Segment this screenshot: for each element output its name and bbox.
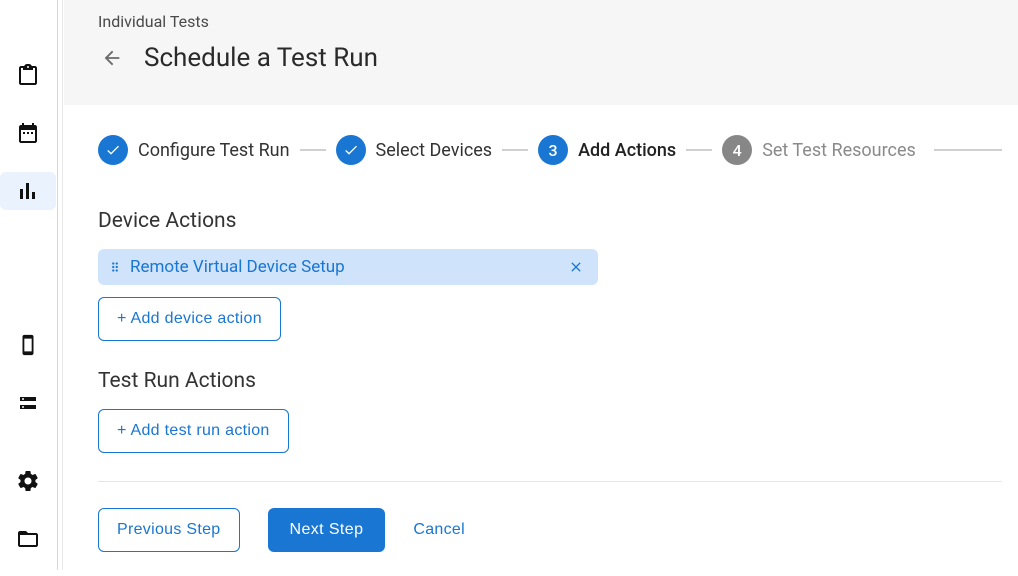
test-run-actions-section: Test Run Actions + Add test run action: [98, 369, 1002, 453]
nav-calendar[interactable]: [0, 114, 56, 152]
device-actions-section: Device Actions Remote Virtual Device Set…: [98, 209, 1002, 341]
arrow-left-icon: [101, 47, 123, 69]
step-label: Select Devices: [376, 140, 493, 161]
back-button[interactable]: [98, 44, 126, 72]
rail-divider: [56, 0, 64, 570]
nav-phone[interactable]: [0, 326, 56, 364]
next-step-button[interactable]: Next Step: [268, 508, 386, 552]
clipboard-icon: [16, 63, 40, 87]
cancel-button[interactable]: Cancel: [413, 521, 465, 539]
add-test-run-action-button[interactable]: + Add test run action: [98, 409, 289, 453]
footer-buttons: Previous Step Next Step Cancel: [98, 508, 1002, 552]
step-connector: [934, 149, 1002, 151]
breadcrumb[interactable]: Individual Tests: [98, 12, 984, 31]
close-icon: [568, 259, 584, 275]
previous-step-button[interactable]: Previous Step: [98, 508, 240, 552]
section-title: Test Run Actions: [98, 369, 1002, 393]
step-devices[interactable]: Select Devices: [336, 135, 493, 165]
calendar-icon: [16, 121, 40, 145]
settings-icon: [16, 469, 40, 493]
step-configure[interactable]: Configure Test Run: [98, 135, 290, 165]
nav-settings[interactable]: [0, 462, 56, 500]
nav-folder[interactable]: [0, 520, 56, 558]
divider: [98, 481, 1002, 482]
step-resources[interactable]: 4 Set Test Resources: [722, 135, 916, 165]
header-area: Individual Tests Schedule a Test Run: [64, 0, 1018, 105]
phone-icon: [16, 333, 40, 357]
nav-bar-chart[interactable]: [0, 172, 56, 210]
step-connector: [502, 149, 528, 151]
step-check-icon: [98, 135, 128, 165]
chip-label: Remote Virtual Device Setup: [130, 257, 560, 277]
step-number-icon: 4: [722, 135, 752, 165]
section-title: Device Actions: [98, 209, 1002, 233]
step-label: Add Actions: [578, 140, 676, 161]
device-action-chip[interactable]: Remote Virtual Device Setup: [98, 249, 598, 285]
step-label: Set Test Resources: [762, 140, 916, 161]
main-content: Individual Tests Schedule a Test Run Con…: [64, 0, 1018, 570]
step-check-icon: [336, 135, 366, 165]
drag-handle-icon[interactable]: [108, 260, 122, 274]
page-title: Schedule a Test Run: [144, 43, 378, 73]
nav-storage[interactable]: [0, 384, 56, 422]
step-number-icon: 3: [538, 135, 568, 165]
step-connector: [300, 149, 326, 151]
content-card: Configure Test Run Select Devices 3 Add …: [64, 105, 1018, 576]
step-label: Configure Test Run: [138, 140, 290, 161]
wizard-stepper: Configure Test Run Select Devices 3 Add …: [64, 135, 1002, 165]
add-device-action-button[interactable]: + Add device action: [98, 297, 281, 341]
nav-clipboard[interactable]: [0, 56, 56, 94]
storage-icon: [16, 391, 40, 415]
bar-chart-icon: [16, 179, 40, 203]
folder-icon: [16, 527, 40, 551]
step-connector: [686, 149, 712, 151]
step-actions[interactable]: 3 Add Actions: [538, 135, 676, 165]
chip-remove-button[interactable]: [568, 259, 584, 275]
left-nav-rail: [0, 0, 56, 570]
